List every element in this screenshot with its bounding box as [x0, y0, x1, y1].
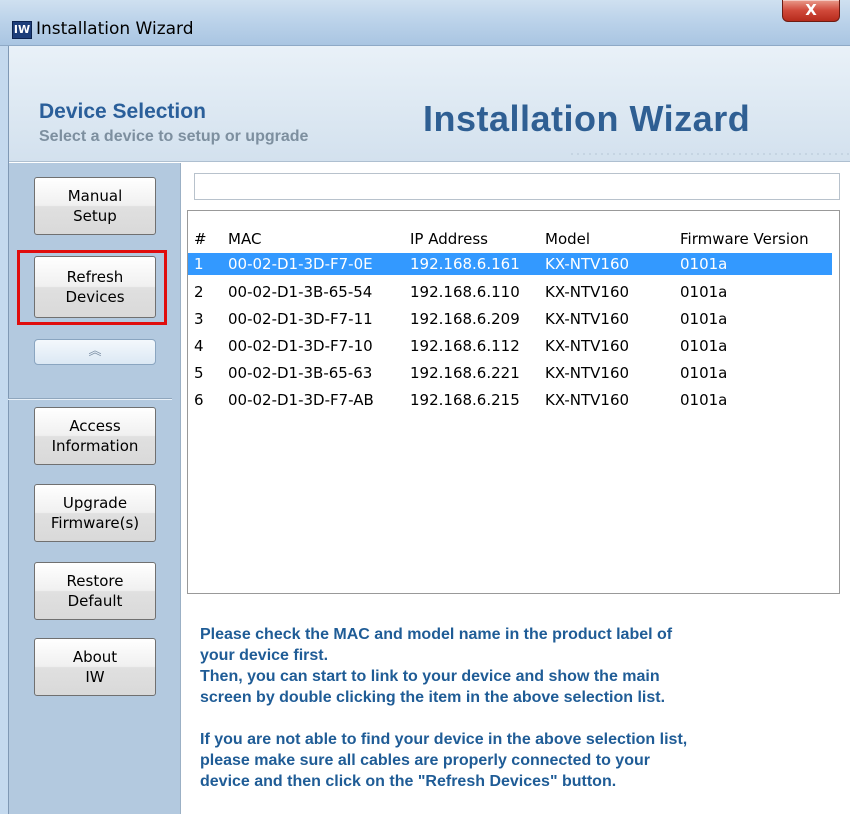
cell-ip: 192.168.6.110 [410, 283, 520, 301]
upgrade-firmware-label-1: Upgrade [62, 494, 128, 512]
refresh-devices-label-1: Refresh [66, 268, 124, 286]
cell-index: 3 [194, 310, 204, 328]
access-information-label-1: Access [69, 417, 121, 435]
column-header-ip[interactable]: IP Address [410, 230, 488, 248]
cell-firmware: 0101a [680, 364, 728, 382]
column-header-mac[interactable]: MAC [228, 230, 261, 248]
restore-default-label-2: Default [67, 592, 123, 610]
restore-default-button[interactable]: Restore Default [34, 562, 156, 620]
cell-index: 5 [194, 364, 204, 382]
instruction-line: your device first. [200, 647, 329, 664]
cell-mac: 00-02-D1-3D-F7-10 [228, 337, 373, 355]
table-row-selected[interactable]: 1 00-02-D1-3D-F7-0E 192.168.6.161 KX-NTV… [188, 253, 832, 275]
instruction-line: device and then click on the "Refresh De… [200, 773, 617, 790]
cell-ip: 192.168.6.215 [410, 391, 520, 409]
device-list[interactable]: # MAC IP Address Model Firmware Version … [187, 210, 840, 594]
table-row[interactable]: 3 00-02-D1-3D-F7-11 192.168.6.209 KX-NTV… [188, 308, 832, 330]
instructions-text: Please check the MAC and model name in t… [200, 624, 840, 792]
upgrade-firmware-button[interactable]: Upgrade Firmware(s) [34, 484, 156, 542]
restore-default-label-1: Restore [66, 572, 124, 590]
cell-index: 2 [194, 283, 204, 301]
column-header-model[interactable]: Model [545, 230, 590, 248]
table-row[interactable]: 2 00-02-D1-3B-65-54 192.168.6.110 KX-NTV… [188, 281, 832, 303]
cell-ip: 192.168.6.209 [410, 310, 520, 328]
about-iw-button[interactable]: About IW [34, 638, 156, 696]
cell-model: KX-NTV160 [545, 283, 630, 301]
refresh-devices-label-2: Devices [65, 288, 125, 306]
instruction-line: If you are not able to find your device … [200, 731, 688, 748]
instruction-line: Then, you can start to link to your devi… [200, 668, 660, 685]
cell-ip: 192.168.6.112 [410, 337, 520, 355]
table-row[interactable]: 5 00-02-D1-3B-65-63 192.168.6.221 KX-NTV… [188, 362, 832, 384]
table-row[interactable]: 6 00-02-D1-3D-F7-AB 192.168.6.215 KX-NTV… [188, 389, 832, 411]
instruction-line: screen by double clicking the item in th… [200, 689, 666, 706]
about-iw-label-2: IW [85, 668, 105, 686]
cell-mac: 00-02-D1-3B-65-63 [228, 364, 373, 382]
list-header: # MAC IP Address Model Firmware Version [188, 228, 832, 250]
cell-firmware: 0101a [680, 391, 728, 409]
instruction-line: please make sure all cables are properly… [200, 752, 650, 769]
table-row[interactable]: 4 00-02-D1-3D-F7-10 192.168.6.112 KX-NTV… [188, 335, 832, 357]
cell-model: KX-NTV160 [545, 364, 630, 382]
cell-model: KX-NTV160 [545, 255, 630, 273]
column-header-firmware[interactable]: Firmware Version [680, 230, 809, 248]
cell-mac: 00-02-D1-3D-F7-AB [228, 391, 374, 409]
refresh-devices-button[interactable]: Refresh Devices [34, 256, 156, 318]
collapse-button[interactable]: ︽ [34, 339, 156, 365]
column-header-index[interactable]: # [194, 230, 207, 248]
manual-setup-label-2: Setup [73, 207, 117, 225]
cell-index: 6 [194, 391, 204, 409]
cell-model: KX-NTV160 [545, 310, 630, 328]
upgrade-firmware-label-2: Firmware(s) [50, 514, 140, 532]
cell-ip: 192.168.6.161 [410, 255, 520, 273]
instruction-line: Please check the MAC and model name in t… [200, 626, 673, 643]
access-information-label-2: Information [51, 437, 139, 455]
cell-mac: 00-02-D1-3D-F7-0E [228, 255, 373, 273]
cell-model: KX-NTV160 [545, 337, 630, 355]
cell-firmware: 0101a [680, 310, 728, 328]
filter-input[interactable] [194, 173, 840, 200]
cell-index: 1 [194, 255, 204, 273]
cell-mac: 00-02-D1-3D-F7-11 [228, 310, 373, 328]
cell-ip: 192.168.6.221 [410, 364, 520, 382]
cell-index: 4 [194, 337, 204, 355]
sidebar-separator [8, 398, 172, 400]
about-iw-label-1: About [72, 648, 118, 666]
double-chevron-up-icon: ︽ [88, 344, 102, 359]
manual-setup-button[interactable]: Manual Setup [34, 177, 156, 235]
cell-model: KX-NTV160 [545, 391, 630, 409]
cell-mac: 00-02-D1-3B-65-54 [228, 283, 373, 301]
cell-firmware: 0101a [680, 255, 728, 273]
access-information-button[interactable]: Access Information [34, 407, 156, 465]
manual-setup-label-1: Manual [67, 187, 123, 205]
cell-firmware: 0101a [680, 283, 728, 301]
cell-firmware: 0101a [680, 337, 728, 355]
